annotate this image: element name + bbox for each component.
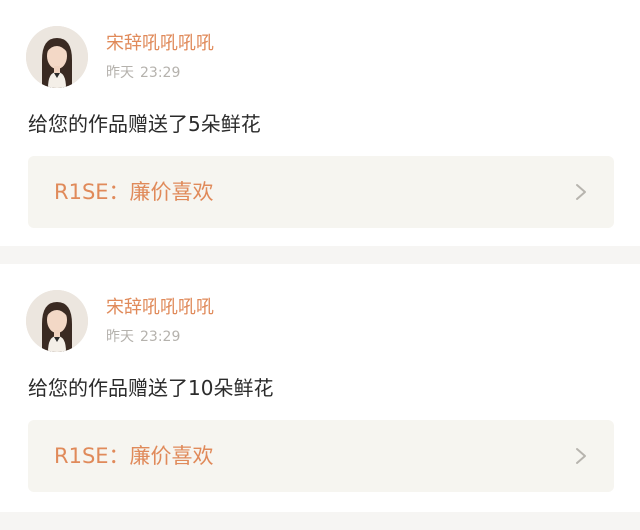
avatar-portrait-icon bbox=[26, 26, 88, 88]
timestamp-date: 昨天 bbox=[106, 329, 134, 345]
timestamp-time: 23:29 bbox=[140, 329, 181, 345]
gift-notification-card: 宋辞吼吼吼吼 昨天 23:29 给您的作品赠送了10朵鲜花 R1SE：廉价喜欢 bbox=[0, 264, 640, 512]
chevron-right-icon bbox=[576, 448, 586, 464]
timestamp-time: 23:29 bbox=[140, 65, 181, 81]
user-avatar[interactable] bbox=[26, 290, 88, 352]
chevron-right-icon bbox=[576, 184, 586, 200]
work-title: R1SE：廉价喜欢 bbox=[54, 180, 214, 204]
user-avatar[interactable] bbox=[26, 26, 88, 88]
gift-message: 给您的作品赠送了10朵鲜花 bbox=[28, 376, 274, 400]
work-link-card[interactable]: R1SE：廉价喜欢 bbox=[28, 420, 614, 492]
username[interactable]: 宋辞吼吼吼吼 bbox=[106, 32, 214, 56]
avatar-portrait-icon bbox=[26, 290, 88, 352]
timestamp: 昨天 23:29 bbox=[106, 328, 180, 346]
timestamp-date: 昨天 bbox=[106, 65, 134, 81]
gift-notification-card: 宋辞吼吼吼吼 昨天 23:29 给您的作品赠送了5朵鲜花 R1SE：廉价喜欢 bbox=[0, 0, 640, 246]
timestamp: 昨天 23:29 bbox=[106, 64, 180, 82]
work-title: R1SE：廉价喜欢 bbox=[54, 444, 214, 468]
gift-message: 给您的作品赠送了5朵鲜花 bbox=[28, 112, 261, 136]
username[interactable]: 宋辞吼吼吼吼 bbox=[106, 296, 214, 320]
notification-feed: 宋辞吼吼吼吼 昨天 23:29 给您的作品赠送了5朵鲜花 R1SE：廉价喜欢 宋辞 bbox=[0, 0, 640, 530]
work-link-card[interactable]: R1SE：廉价喜欢 bbox=[28, 156, 614, 228]
